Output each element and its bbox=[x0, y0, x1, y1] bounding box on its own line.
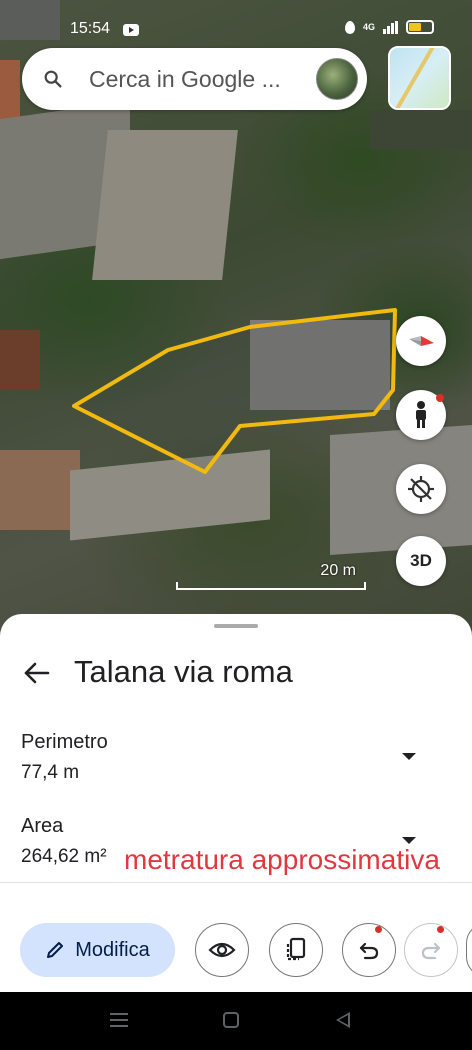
scale-bar bbox=[176, 582, 366, 590]
annotation-text: metratura approssimativa bbox=[124, 844, 440, 875]
page-title: Talana via roma bbox=[74, 654, 293, 689]
system-nav-bar bbox=[0, 992, 472, 1050]
edit-button[interactable]: Modifica bbox=[20, 923, 175, 977]
pencil-icon bbox=[47, 942, 64, 958]
measure-toolbar: Modifica bbox=[0, 920, 472, 980]
copy-button[interactable] bbox=[269, 923, 323, 977]
redo-button[interactable] bbox=[404, 923, 458, 977]
my-location-button[interactable] bbox=[396, 464, 446, 514]
compass-button[interactable] bbox=[396, 316, 446, 366]
status-bar: 15:54 4G bbox=[0, 0, 472, 42]
chevron-down-icon[interactable] bbox=[402, 753, 416, 760]
scale-label: 20 m bbox=[320, 562, 356, 579]
map-scale: 20 m bbox=[176, 562, 366, 590]
visibility-button[interactable] bbox=[195, 923, 249, 977]
undo-button[interactable] bbox=[342, 923, 396, 977]
undo-icon bbox=[359, 942, 379, 960]
status-time: 15:54 bbox=[70, 20, 111, 37]
perimeter-value: 77,4 m bbox=[21, 762, 80, 783]
battery-icon bbox=[406, 20, 434, 34]
drag-handle[interactable] bbox=[214, 624, 258, 628]
street-view-button[interactable] bbox=[396, 390, 446, 440]
signal-icon bbox=[383, 20, 398, 34]
area-value: 264,62 m² bbox=[21, 846, 107, 867]
notification-dot bbox=[437, 926, 444, 933]
pegman-icon bbox=[416, 401, 426, 428]
measurement-sheet: Talana via roma Perimetro 77,4 m Area 26… bbox=[0, 614, 472, 992]
recent-apps-icon[interactable] bbox=[110, 1013, 128, 1027]
location-off-icon bbox=[408, 476, 434, 502]
search-bar[interactable]: Cerca in Google ... bbox=[22, 48, 367, 110]
eye-icon bbox=[208, 942, 236, 958]
search-input[interactable]: Cerca in Google ... bbox=[89, 66, 281, 93]
network-type: 4G bbox=[362, 21, 375, 32]
notification-dot bbox=[375, 926, 382, 933]
perimeter-label: Perimetro bbox=[21, 731, 108, 753]
chevron-down-icon[interactable] bbox=[402, 837, 416, 844]
divider bbox=[0, 882, 472, 883]
redo-icon bbox=[421, 942, 441, 960]
home-icon[interactable] bbox=[223, 1012, 239, 1028]
avatar[interactable] bbox=[316, 58, 358, 100]
edit-button-label: Modifica bbox=[75, 938, 150, 961]
data-saver-icon bbox=[344, 20, 355, 34]
compass-icon bbox=[409, 336, 434, 346]
area-label: Area bbox=[21, 815, 64, 837]
back-arrow-icon[interactable] bbox=[20, 656, 54, 690]
area-outline bbox=[72, 308, 397, 474]
search-icon bbox=[44, 70, 62, 88]
back-icon[interactable] bbox=[336, 1012, 350, 1028]
youtube-icon bbox=[123, 24, 139, 36]
3d-button[interactable]: 3D bbox=[396, 536, 446, 586]
more-tools-button[interactable] bbox=[466, 923, 472, 977]
copy-icon bbox=[286, 937, 306, 961]
layers-icon[interactable] bbox=[388, 46, 451, 110]
notification-dot bbox=[436, 394, 444, 402]
